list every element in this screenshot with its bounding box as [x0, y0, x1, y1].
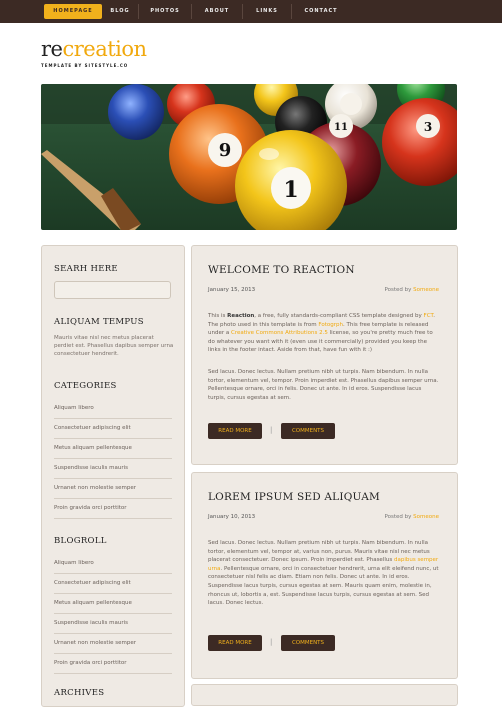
post-author: Posted by Someone	[385, 287, 439, 293]
read-more-button[interactable]: READ MORE	[208, 423, 262, 439]
site-logo[interactable]: recreation	[41, 37, 147, 61]
category-link[interactable]: Aliquam libero	[54, 399, 172, 419]
comments-button[interactable]: COMMENTS	[281, 635, 335, 651]
svg-text:1: 1	[283, 177, 298, 203]
category-link[interactable]: Consectetuer adipiscing elit	[54, 419, 172, 439]
svg-text:3: 3	[424, 120, 432, 134]
post-date: January 15, 2013	[208, 287, 256, 293]
category-link[interactable]: Urnanet non molestie semper	[54, 479, 172, 499]
logo-part-creation: creation	[62, 37, 147, 61]
post-author: Posted by Someone	[385, 514, 439, 520]
hero-billiard-image: 9 11 3 1	[41, 84, 457, 230]
categories-list: Aliquam libero Consectetuer adipiscing e…	[54, 399, 172, 519]
license-link[interactable]: Creative Commons Attributions 2.5	[231, 330, 328, 336]
nav-item-about[interactable]: ABOUT	[192, 4, 243, 19]
nav-item-photos[interactable]: PHOTOS	[139, 4, 192, 19]
nav-item-contact[interactable]: CONTACT	[292, 4, 350, 19]
posted-by-label: Posted by	[384, 514, 412, 520]
categories-heading: CATEGORIES	[54, 381, 117, 391]
designer-link[interactable]: FCT	[424, 313, 434, 319]
site-tagline: TEMPLATE BY SITESTYLE.CO	[41, 63, 129, 68]
post-paragraph: Sed lacus. Donec lectus. Nullam pretium …	[208, 369, 439, 401]
aliquam-text: Mauris vitae nisl nec metus placerat per…	[54, 335, 174, 358]
post-partial	[191, 684, 458, 706]
post-welcome: WELCOME TO REACTION January 15, 2013 Pos…	[191, 245, 458, 465]
posted-by-label: Posted by	[384, 287, 412, 293]
post-title[interactable]: LOREM IPSUM SED ALIQUAM	[208, 491, 380, 503]
post-date: January 10, 2013	[208, 514, 256, 520]
category-link[interactable]: Proin gravida orci porttitor	[54, 499, 172, 519]
photo-source-link[interactable]: Fotogrph	[318, 322, 343, 328]
svg-text:9: 9	[219, 140, 232, 161]
button-separator: |	[270, 638, 273, 646]
nav-item-links[interactable]: LINKS	[243, 4, 292, 19]
svg-text:11: 11	[334, 122, 348, 133]
button-separator: |	[270, 426, 273, 434]
logo-part-re: re	[41, 37, 63, 61]
search-heading: SEARH HERE	[54, 264, 118, 274]
post-paragraph: This is Reaction, a free, fully standard…	[208, 313, 436, 354]
blogroll-list: Aliquam libero Consectetuer adipiscing e…	[54, 554, 172, 674]
category-link[interactable]: Suspendisse iaculis mauris	[54, 459, 172, 479]
author-link[interactable]: Someone	[413, 287, 439, 293]
category-link[interactable]: Metus aliquam pellentesque	[54, 439, 172, 459]
blogroll-link[interactable]: Aliquam libero	[54, 554, 172, 574]
blogroll-link[interactable]: Suspendisse iaculis mauris	[54, 614, 172, 634]
aliquam-heading: ALIQUAM TEMPUS	[54, 317, 144, 327]
comments-button[interactable]: COMMENTS	[281, 423, 335, 439]
post-lorem: LOREM IPSUM SED ALIQUAM January 10, 2013…	[191, 472, 458, 679]
blogroll-link[interactable]: Proin gravida orci porttitor	[54, 654, 172, 674]
billiard-balls-illustration: 9 11 3 1	[41, 84, 457, 230]
post-title[interactable]: WELCOME TO REACTION	[208, 264, 355, 276]
top-navigation: HOMEPAGE BLOG PHOTOS ABOUT LINKS CONTACT	[0, 0, 502, 23]
blogroll-link[interactable]: Metus aliquam pellentesque	[54, 594, 172, 614]
post-paragraph: Sed lacus. Donec lectus. Nullam pretium …	[208, 540, 439, 607]
archives-heading: ARCHIVES	[54, 688, 105, 698]
search-input[interactable]	[54, 281, 171, 299]
nav-item-homepage[interactable]: HOMEPAGE	[44, 4, 102, 19]
sidebar: SEARH HERE ALIQUAM TEMPUS Mauris vitae n…	[41, 245, 185, 707]
read-more-button[interactable]: READ MORE	[208, 635, 262, 651]
blogroll-link[interactable]: Consectetuer adipiscing elit	[54, 574, 172, 594]
blogroll-link[interactable]: Urnanet non molestie semper	[54, 634, 172, 654]
author-link[interactable]: Someone	[413, 514, 439, 520]
nav-item-blog[interactable]: BLOG	[102, 4, 139, 19]
blogroll-heading: BLOGROLL	[54, 536, 107, 546]
